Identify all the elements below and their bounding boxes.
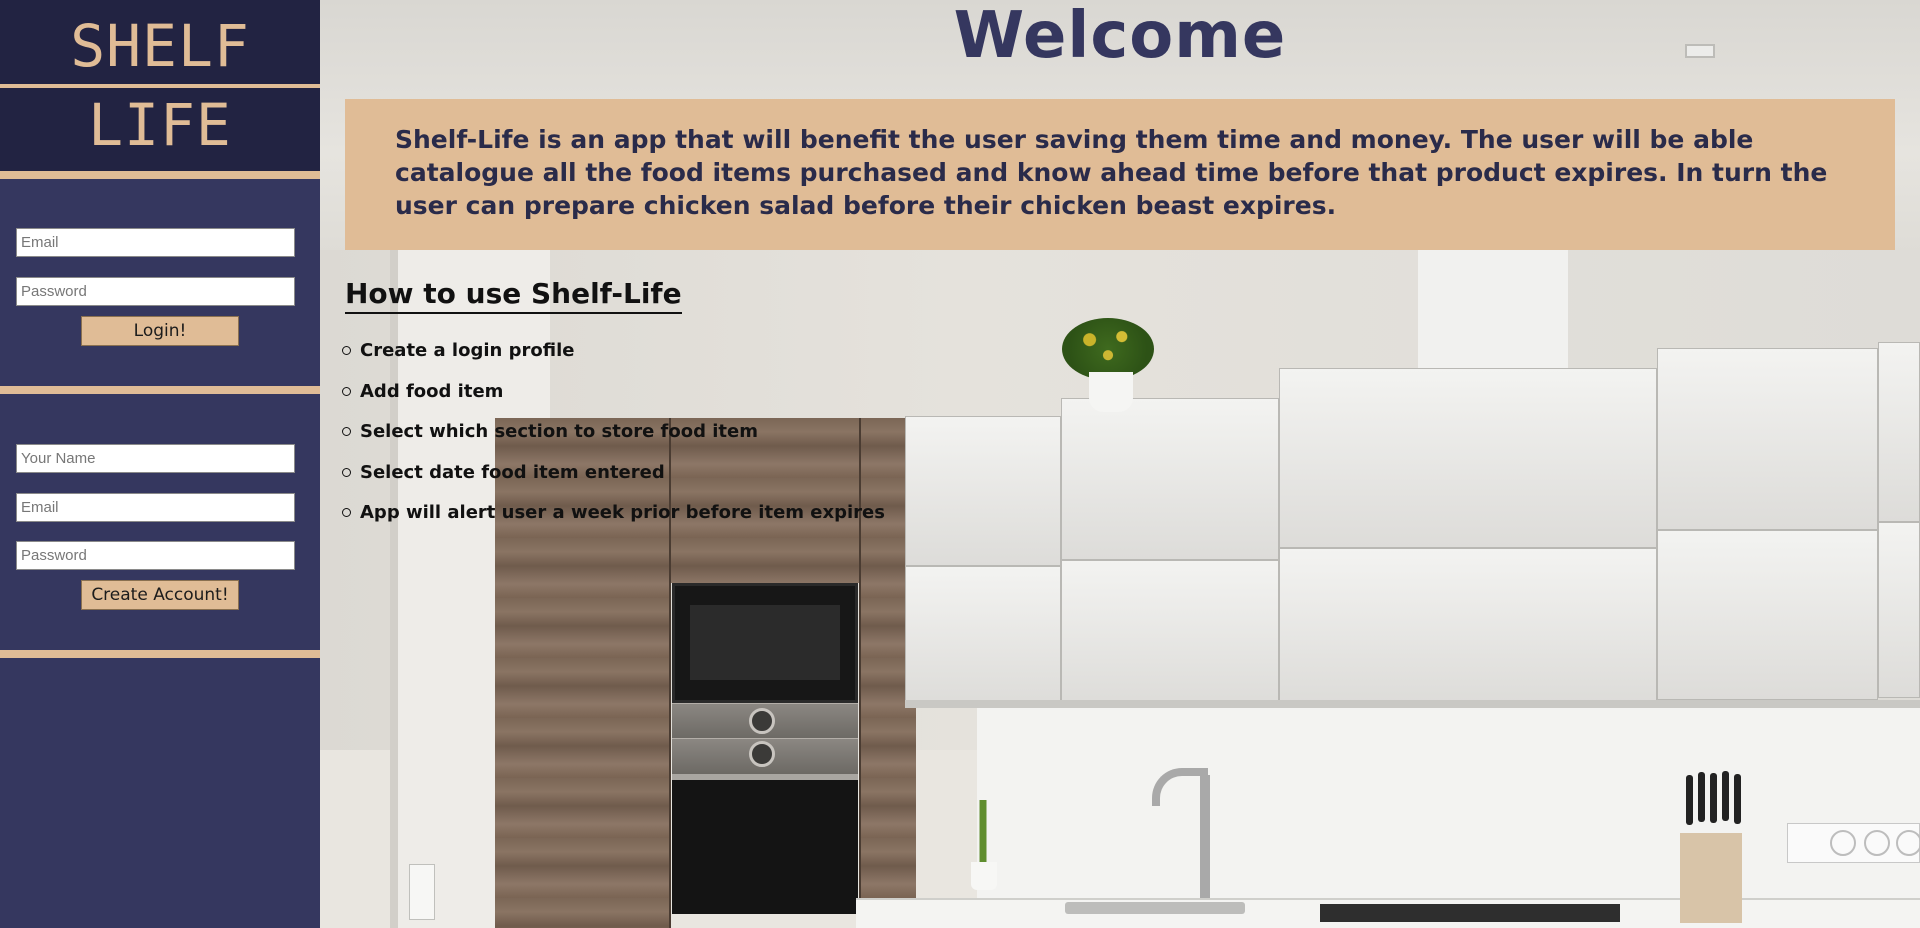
signup-name-input[interactable] xyxy=(16,444,295,473)
signup-email-input[interactable] xyxy=(16,493,295,522)
login-password-input[interactable] xyxy=(16,277,295,306)
oven xyxy=(672,774,858,914)
signup-password-input[interactable] xyxy=(16,541,295,570)
logo: SHELF LIFE xyxy=(0,0,320,171)
list-item: Select which section to store food item xyxy=(342,419,885,460)
list-item: Select date food item entered xyxy=(342,460,885,501)
login-email-input[interactable] xyxy=(16,228,295,257)
logo-divider xyxy=(0,84,320,88)
potted-plant xyxy=(1062,318,1154,380)
bullet-icon xyxy=(342,386,351,396)
bullet-icon xyxy=(342,467,351,477)
logo-line-shelf: SHELF xyxy=(70,12,250,80)
login-button[interactable]: Login! xyxy=(81,316,239,346)
divider-bar xyxy=(0,386,320,394)
knife-block xyxy=(1680,833,1742,923)
small-plant xyxy=(966,800,1000,865)
create-account-button[interactable]: Create Account! xyxy=(81,580,239,610)
intro-panel: Shelf-Life is an app that will benefit t… xyxy=(345,99,1895,250)
light-switch xyxy=(409,864,435,920)
sidebar: SHELF LIFE Login! Create Account! xyxy=(0,0,320,928)
howto-heading: How to use Shelf-Life xyxy=(345,276,682,314)
bullet-icon xyxy=(342,346,351,355)
divider-bar xyxy=(0,171,320,179)
list-item: Add food item xyxy=(342,379,885,420)
bullet-icon xyxy=(342,508,351,517)
divider-bar xyxy=(0,650,320,658)
bullet-icon xyxy=(342,427,351,436)
page-title: Welcome xyxy=(953,0,1287,73)
main-content: Welcome Shelf-Life is an app that will b… xyxy=(320,0,1920,928)
steps-list: Create a login profile Add food item Sel… xyxy=(342,338,885,541)
power-outlets xyxy=(1787,823,1920,863)
list-item: Create a login profile xyxy=(342,338,885,379)
list-item: App will alert user a week prior before … xyxy=(342,500,885,541)
intro-text: Shelf-Life is an app that will benefit t… xyxy=(395,125,1828,220)
logo-line-life: LIFE xyxy=(88,91,232,159)
